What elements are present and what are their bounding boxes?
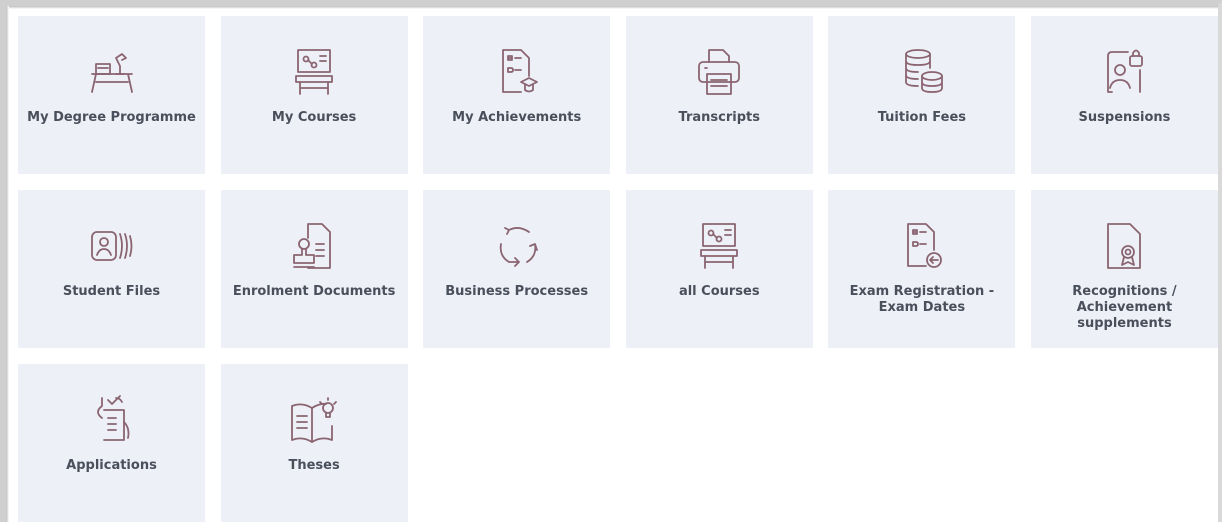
grade-sheet-graduation-icon [487,46,547,98]
tile-label: My Courses [271,110,357,125]
tile-label: Enrolment Documents [232,284,396,299]
lectern-presentation-icon [284,46,344,98]
tile-all-courses[interactable]: all Courses [625,190,813,348]
lectern-presentation-icon [689,220,749,272]
book-lightbulb-icon [284,394,344,446]
tile-grid: My Degree Programme My Courses My Achiev… [18,16,1218,522]
tile-label: Suspensions [1078,110,1171,125]
document-badge-icon [1094,220,1154,272]
cycle-arrows-icon [487,220,547,272]
tile-label: My Degree Programme [27,110,196,125]
tile-my-degree-programme[interactable]: My Degree Programme [18,16,205,174]
tile-label: My Achievements [452,110,582,125]
tile-enrolment-documents[interactable]: Enrolment Documents [220,190,408,348]
tile-label: Exam Registration - Exam Dates [849,284,995,315]
tile-label: Applications [66,458,157,473]
hand-checklist-icon [82,394,142,446]
person-card-icon [82,220,142,272]
person-lock-icon [1094,46,1154,98]
tile-applications[interactable]: Applications [18,364,205,522]
stamp-document-icon [284,220,344,272]
tile-label: Transcripts [678,110,760,125]
tile-label: Theses [288,458,340,473]
tile-label: Student Files [62,284,161,299]
tile-student-files[interactable]: Student Files [18,190,205,348]
tile-exam-registration[interactable]: Exam Registration - Exam Dates [828,190,1016,348]
desk-icon [82,46,142,98]
tile-my-achievements[interactable]: My Achievements [423,16,611,174]
tile-business-processes[interactable]: Business Processes [423,190,611,348]
tile-label: Recognitions / Achievement supplements [1072,284,1177,331]
tile-theses[interactable]: Theses [220,364,408,522]
tile-label: Business Processes [445,284,589,299]
tile-my-courses[interactable]: My Courses [220,16,408,174]
coin-stack-icon [892,46,952,98]
grade-sheet-arrow-icon [892,220,952,272]
tile-label: Tuition Fees [877,110,966,125]
tile-tuition-fees[interactable]: Tuition Fees [828,16,1016,174]
printer-icon [689,46,749,98]
tile-suspensions[interactable]: Suspensions [1030,16,1218,174]
tile-recognitions[interactable]: Recognitions / Achievement supplements [1030,190,1218,348]
tile-label: all Courses [678,284,760,299]
tile-transcripts[interactable]: Transcripts [625,16,813,174]
